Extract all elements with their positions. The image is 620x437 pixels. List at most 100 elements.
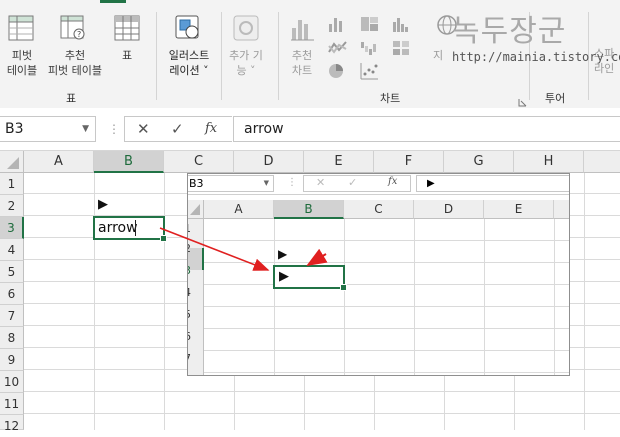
inset-column-header-a: A <box>204 200 274 219</box>
name-box-value: B3 <box>5 121 24 137</box>
column-header-g[interactable]: G <box>444 151 514 173</box>
watermark-url: http://mainia.tistory.com <box>452 50 620 64</box>
row-header-2[interactable]: 2 <box>0 195 24 217</box>
addins-label-2: 능 ˅ <box>236 64 256 77</box>
inset-screenshot: B3 ▼ ⋮ ✕ ✓ fx ▶ A B C D E ▶ ▶ <box>187 173 570 376</box>
formula-input[interactable]: arrow <box>233 116 620 142</box>
row-header-8[interactable]: 8 <box>0 327 24 349</box>
map-chart-icon[interactable] <box>392 40 412 56</box>
formula-bar: B3 ▼ ⋮ ✕ ✓ fx arrow <box>0 108 620 151</box>
inset-cell-b2-arrow: ▶ <box>278 247 288 261</box>
column-header-e[interactable]: E <box>304 151 374 173</box>
enter-icon[interactable]: ✓ <box>171 117 184 141</box>
table-label: 표 <box>121 49 133 62</box>
inset-row-header-1: 1 <box>188 222 191 235</box>
inset-row-header-6: 6 <box>188 330 191 343</box>
row-header-11[interactable]: 11 <box>0 393 24 415</box>
inset-column-header-d: D <box>414 200 484 219</box>
column-header-c[interactable]: C <box>164 151 234 173</box>
tours-partial-label: 지 <box>432 49 444 62</box>
inset-column-header-partial <box>554 200 569 219</box>
bar-chart-icon[interactable] <box>328 16 348 32</box>
pivot-table-button[interactable]: 피벗 테이블 <box>2 48 42 78</box>
group-label-tours: 투어 <box>545 92 566 105</box>
illustrations-button[interactable]: 일러스트 레이션 ˅ <box>160 48 218 78</box>
formula-buttons: ✕ ✓ fx <box>124 116 232 142</box>
group-label-table: 표 <box>66 92 77 105</box>
inset-column-header-c: C <box>344 200 414 219</box>
row-header-12[interactable]: 12 <box>0 415 24 433</box>
inset-cancel-icon: ✕ <box>316 176 326 189</box>
column-header-a[interactable]: A <box>24 151 94 173</box>
cell-b2-arrow[interactable]: ▶ <box>98 197 108 212</box>
inset-name-box-value: B3 <box>189 177 204 190</box>
watermark-title: 녹두장군 <box>452 14 567 49</box>
column-header-f[interactable]: F <box>374 151 444 173</box>
statistic-chart-icon[interactable] <box>392 16 412 32</box>
inset-row-header-2: 2 <box>188 242 191 255</box>
cancel-icon[interactable]: ✕ <box>137 117 150 141</box>
recommended-pivot-label-2: 피벗 테이블 <box>47 64 103 77</box>
dropdown-arrow-icon: ▼ <box>263 179 269 187</box>
row-header-1[interactable]: 1 <box>0 173 24 195</box>
formula-bar-splitter[interactable]: ⋮ <box>108 122 120 136</box>
inset-row-header-3: 3 <box>188 264 191 277</box>
row-header-10[interactable]: 10 <box>0 371 24 393</box>
hierarchy-chart-icon[interactable] <box>360 16 380 32</box>
row-header-5[interactable]: 5 <box>0 261 24 283</box>
row-header-7[interactable]: 7 <box>0 305 24 327</box>
column-header-partial[interactable] <box>584 151 620 173</box>
inset-fx-icon: fx <box>388 176 398 187</box>
inset-row-header-7: 7 <box>188 352 191 365</box>
addins-button[interactable]: 추가 기 능 ˅ <box>222 48 270 78</box>
inset-column-header-b: B <box>274 200 344 219</box>
addins-label-1: 추가 기 <box>229 49 263 62</box>
pivot-table-icon[interactable] <box>8 15 34 41</box>
dropdown-arrow-icon[interactable]: ▼ <box>82 117 89 141</box>
pivot-table-label-1: 피벗 <box>11 49 33 62</box>
pie-chart-icon[interactable] <box>328 62 348 80</box>
select-all-corner[interactable] <box>0 151 24 173</box>
recommended-charts-icon[interactable] <box>290 14 316 42</box>
scatter-chart-icon[interactable] <box>360 62 380 80</box>
inset-row-header-4: 4 <box>188 286 191 299</box>
group-separator <box>156 12 157 100</box>
group-label-charts: 차트 <box>380 92 401 105</box>
active-tab-indicator <box>100 0 126 3</box>
column-header-d[interactable]: D <box>234 151 304 173</box>
illustrations-label-1: 일러스트 <box>168 49 210 62</box>
recommended-pivot-label-1: 추천 <box>64 49 86 62</box>
inset-formula-buttons: ✕ ✓ fx <box>303 175 411 192</box>
inset-formula-content: ▶ <box>427 178 435 189</box>
recommended-charts-button[interactable]: 추천 차트 <box>284 48 320 78</box>
recommended-pivot-icon[interactable]: ? <box>60 15 86 41</box>
illustrations-icon[interactable] <box>174 14 202 42</box>
dialog-launcher-icon[interactable] <box>518 92 527 107</box>
column-header-b[interactable]: B <box>94 151 164 173</box>
recommended-pivot-button[interactable]: 추천 피벗 테이블 <box>42 48 108 78</box>
table-icon[interactable] <box>114 15 140 41</box>
inset-formula-input: ▶ <box>416 175 569 192</box>
addins-icon[interactable] <box>232 14 260 42</box>
active-cell-b3[interactable]: arrow <box>93 216 167 242</box>
cell-b3-text: arrow <box>98 220 138 236</box>
waterfall-chart-icon[interactable] <box>360 40 380 56</box>
text-cursor <box>135 220 136 236</box>
ribbon: 피벗 테이블 ? 추천 피벗 테이블 표 표 일러스트 레이션 ˅ 추가 기 능… <box>0 0 620 109</box>
insert-function-icon[interactable]: fx <box>205 117 217 141</box>
inset-grid-lines <box>188 200 569 375</box>
inset-cell-b3-arrow: ▶ <box>279 269 289 284</box>
fill-handle[interactable] <box>160 235 167 242</box>
inset-column-header-e: E <box>484 200 554 219</box>
recommended-charts-label-1: 추천 <box>291 49 313 62</box>
formula-content: arrow <box>244 121 284 137</box>
inset-row-header-5: 5 <box>188 308 191 321</box>
row-header-3[interactable]: 3 <box>0 217 24 239</box>
table-button[interactable]: 표 <box>112 48 142 63</box>
row-header-9[interactable]: 9 <box>0 349 24 371</box>
name-box[interactable]: B3 ▼ <box>0 116 96 142</box>
row-header-4[interactable]: 4 <box>0 239 24 261</box>
column-header-h[interactable]: H <box>514 151 584 173</box>
line-chart-icon[interactable] <box>328 40 348 56</box>
row-header-6[interactable]: 6 <box>0 283 24 305</box>
